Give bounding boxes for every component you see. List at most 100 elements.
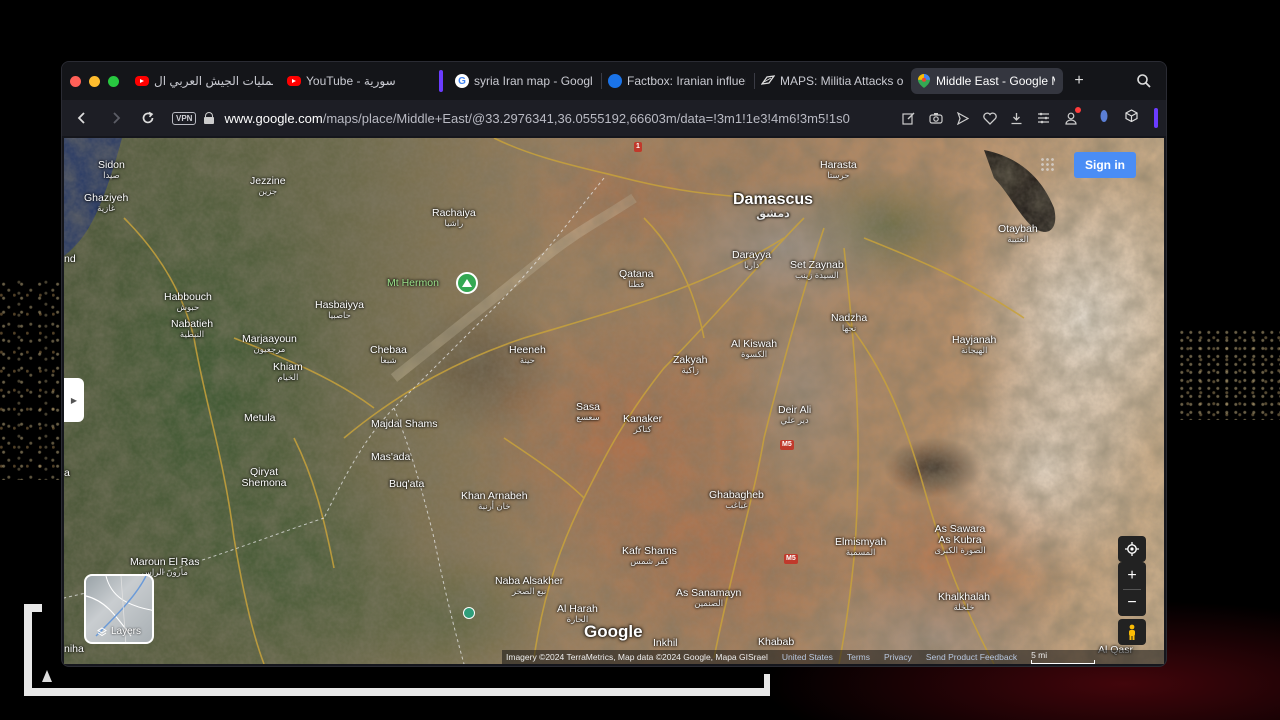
satellite-map[interactable]: Sidon صيدا Ghaziyeh غازية Jezzine جزين Rach… (64, 138, 1164, 664)
sign-in-button[interactable]: Sign in (1074, 152, 1136, 178)
heart-icon[interactable] (982, 111, 997, 126)
place-label[interactable]: Jezzine جزين (250, 175, 286, 196)
place-label[interactable]: Khabab (758, 636, 794, 648)
minimize-window-button[interactable] (89, 75, 100, 87)
place-label[interactable]: Set Zaynab السيدة زينب (790, 259, 844, 280)
layers-button[interactable]: Layers (84, 574, 154, 644)
google-icon: G (455, 74, 469, 88)
my-location-button[interactable] (1118, 536, 1146, 562)
send-icon[interactable] (955, 111, 970, 126)
place-label[interactable]: Otaybah العتيبة (998, 223, 1038, 244)
zoom-controls: + − (1118, 562, 1146, 616)
map-scale[interactable]: 5 mi (1031, 650, 1096, 664)
browser-window: من عمليات الجيش العربي ال... YouTube - س… (61, 61, 1167, 667)
reload-button[interactable] (138, 108, 158, 128)
url-field[interactable]: www.google.com/maps/place/Middle+East/@3… (224, 111, 889, 126)
map-attribution-bar: Imagery ©2024 TerraMetrics, Map data ©20… (502, 650, 1164, 664)
tab-google-maps-middle-east[interactable]: Middle East - Google Ma (911, 68, 1063, 94)
privacy-link[interactable]: Privacy (884, 652, 912, 662)
place-label[interactable]: Heeneh حينة (509, 344, 546, 365)
zoom-in-button[interactable]: + (1118, 562, 1146, 589)
place-label[interactable]: Habbouch حبوش (164, 291, 212, 312)
place-label[interactable]: Qiryat Shemona (239, 466, 289, 489)
profile-icon[interactable] (1063, 106, 1082, 126)
address-bar-actions (901, 106, 1082, 126)
place-label[interactable]: niha (64, 643, 84, 655)
place-label[interactable]: Marjaayoun مرجعيون (242, 333, 297, 354)
place-label[interactable]: Khalkhalah خلخلة (938, 591, 990, 612)
terms-link[interactable]: Terms (847, 652, 870, 662)
maximize-window-button[interactable] (108, 75, 119, 87)
aria-icon[interactable] (1099, 109, 1109, 128)
search-tabs-icon[interactable] (1136, 73, 1152, 89)
pegman-street-view-button[interactable] (1118, 619, 1146, 645)
edit-icon[interactable] (901, 111, 916, 126)
place-label[interactable]: Buq'ata (389, 478, 424, 490)
place-label[interactable]: Darayya داريا (732, 249, 771, 270)
tab-youtube-syria[interactable]: YouTube - سورية (281, 68, 439, 94)
back-button[interactable] (72, 108, 92, 128)
tab-title: Middle East - Google Ma (936, 74, 1055, 88)
vpn-badge[interactable]: VPN (172, 111, 197, 125)
park-icon[interactable] (463, 607, 475, 619)
background-city-lights-right (1180, 330, 1280, 420)
place-label[interactable]: Qatana قطنا (619, 268, 653, 289)
place-label[interactable]: Khan Arnabeh خان أرنبة (461, 490, 528, 511)
place-label[interactable]: Zakyah زاكية (673, 354, 707, 375)
place-label[interactable]: Nadzha نجها (831, 312, 867, 333)
place-label[interactable]: Ghabagheb غباغب (709, 489, 764, 510)
place-label-mt-hermon[interactable]: Mt Hermon (387, 277, 439, 289)
place-label-damascus[interactable]: Damascus دمشق (733, 191, 813, 220)
place-label[interactable]: Sasa سعسع (576, 401, 600, 422)
zoom-divider (1123, 589, 1141, 590)
place-label[interactable]: Hasbaiyya حاصبيا (315, 299, 364, 320)
place-label[interactable]: Harasta حرستا (820, 159, 857, 180)
zoom-out-button[interactable]: − (1118, 589, 1146, 616)
place-label[interactable]: Hayjanah الهيجانة (952, 334, 996, 355)
place-label[interactable]: Sidon صيدا (98, 159, 125, 180)
globe-icon (608, 74, 622, 88)
place-label[interactable]: Deir Ali دير علي (778, 404, 811, 425)
forward-button[interactable] (106, 108, 126, 128)
tab-title: من عمليات الجيش العربي ال... (154, 74, 273, 88)
lock-icon[interactable] (204, 112, 215, 124)
place-label[interactable]: Majdal Shams (371, 418, 438, 430)
download-icon[interactable] (1009, 111, 1024, 126)
camera-icon[interactable] (928, 111, 943, 126)
place-label[interactable]: Kafr Shams كفر شمس (622, 545, 677, 566)
place-label[interactable]: Kanaker كناكر (623, 413, 662, 434)
place-label[interactable]: Inkhil (653, 637, 678, 649)
place-label[interactable]: As Sanamayn الصنمين (676, 587, 741, 608)
place-label[interactable]: Khiam الخيام (273, 361, 303, 382)
tab-maps-militia-attacks[interactable]: MAPS: Militia Attacks on (755, 68, 911, 94)
easy-setup-icon[interactable] (1036, 111, 1051, 126)
address-bar: VPN www.google.com/maps/place/Middle+Eas… (62, 100, 1166, 136)
place-label[interactable]: nd (64, 253, 76, 265)
place-label[interactable]: Ghaziyeh غازية (84, 192, 128, 213)
place-label[interactable]: a (64, 467, 70, 479)
place-label[interactable]: Chebaa شبعا (370, 344, 407, 365)
close-window-button[interactable] (70, 75, 81, 87)
layers-label-row: Layers (86, 626, 152, 637)
tab-title: syria Iran map - Google (474, 74, 593, 88)
expand-side-panel-button[interactable]: ▶ (64, 378, 84, 422)
place-label[interactable]: Al Kiswah الكسوة (731, 338, 777, 359)
cube-icon[interactable] (1125, 109, 1138, 127)
send-feedback-link[interactable]: Send Product Feedback (926, 652, 1017, 662)
youtube-icon (135, 76, 149, 86)
region-link[interactable]: United States (782, 652, 833, 662)
place-label[interactable]: Naba Alsakher نبع الصخر (495, 575, 563, 596)
place-label[interactable]: Nabatieh النبطية (171, 318, 213, 339)
place-label[interactable]: Al Harah الحارة (557, 603, 598, 624)
mountain-icon[interactable] (456, 272, 478, 294)
place-label[interactable]: Metula (244, 412, 276, 424)
place-label[interactable]: Mas'ada (371, 451, 410, 463)
tab-syria-iran-map-search[interactable]: G syria Iran map - Google (449, 68, 601, 94)
google-apps-icon[interactable] (1040, 157, 1054, 171)
place-label[interactable]: Elmismyah المسمية (835, 536, 886, 557)
tab-factbox-iranian-influence[interactable]: Factbox: Iranian influenc (602, 68, 754, 94)
new-tab-button[interactable]: + (1069, 71, 1089, 91)
tab-youtube-arabic-video[interactable]: من عمليات الجيش العربي ال... (129, 68, 281, 94)
place-label[interactable]: Rachaiya راشيا (432, 207, 476, 228)
place-label[interactable]: As Sawara As Kubra الصورة الكبرى (930, 523, 990, 555)
